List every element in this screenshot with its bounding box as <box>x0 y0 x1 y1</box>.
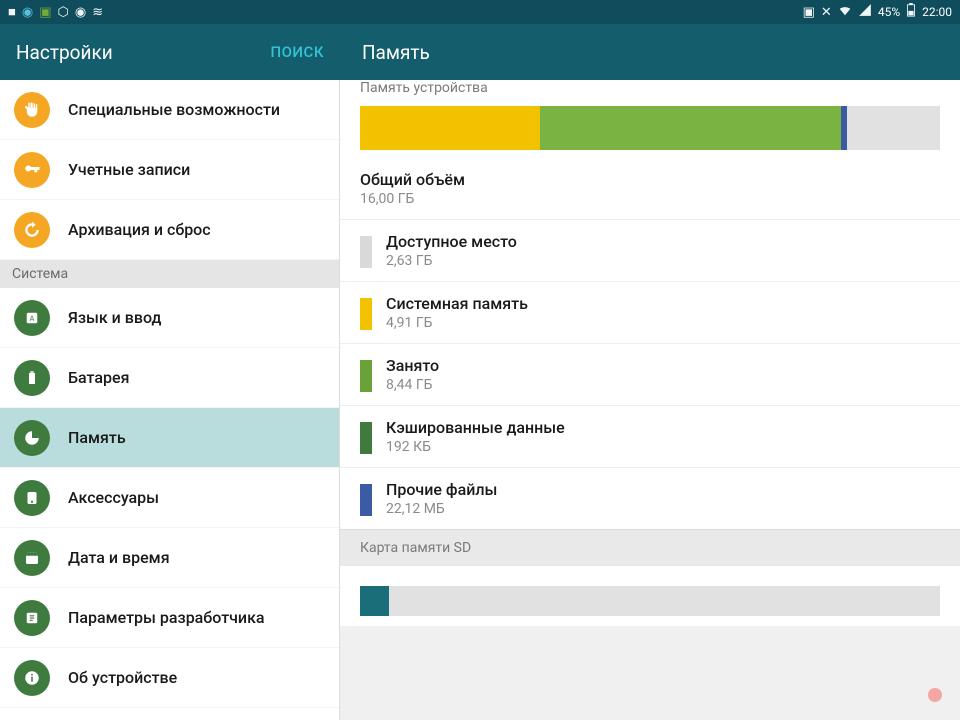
camera-icon: ■ <box>8 4 16 20</box>
total-value: 16,00 ГБ <box>360 191 465 207</box>
sidebar-item-storage[interactable]: Память <box>0 408 339 468</box>
storage-icon <box>14 420 50 456</box>
sidebar-item-label: Учетные записи <box>68 160 190 179</box>
storage-row-value: 192 КБ <box>386 439 565 455</box>
storage-row[interactable]: Прочие файлы 22,12 МБ <box>340 467 960 529</box>
backup-icon <box>14 212 50 248</box>
hand-icon <box>14 92 50 128</box>
sd-segment <box>360 586 389 616</box>
detail-title: Память <box>362 41 430 64</box>
sidebar-item-label: Об устройстве <box>68 668 177 687</box>
status-left: ■ ◉ ▣ ⬡ ◉ ≋ <box>8 4 103 20</box>
calendar-icon <box>14 540 50 576</box>
sd-usage-bar[interactable] <box>360 586 940 616</box>
sidebar-item-label: Язык и ввод <box>68 308 161 327</box>
storage-row-title: Кэшированные данные <box>386 418 565 437</box>
appbar-left: Настройки ПОИСК <box>0 24 340 80</box>
sidebar-item-about[interactable]: Об устройстве <box>0 648 339 708</box>
assist-dot-icon[interactable] <box>928 688 942 702</box>
developer-icon <box>14 600 50 636</box>
sidebar-item-language[interactable]: A Язык и ввод <box>0 288 339 348</box>
color-swatch <box>360 422 372 454</box>
battery-text: 45% <box>878 5 900 19</box>
total-title: Общий объём <box>360 170 465 189</box>
usage-segment <box>360 106 540 150</box>
signal-icon <box>858 3 872 21</box>
color-swatch <box>360 236 372 268</box>
storage-row[interactable]: Занято 8,44 ГБ <box>340 343 960 405</box>
sidebar-section-system: Система <box>0 260 339 288</box>
main: Специальные возможности Учетные записи А… <box>0 80 960 720</box>
sidebar-item-accessories[interactable]: Аксессуары <box>0 468 339 528</box>
storage-row-title: Доступное место <box>386 232 517 251</box>
storage-row-value: 22,12 МБ <box>386 501 497 517</box>
sidebar-item-label: Батарея <box>68 368 129 387</box>
shield-icon: ⬡ <box>58 5 69 20</box>
color-swatch <box>360 298 372 330</box>
storage-row[interactable]: Кэшированные данные 192 КБ <box>340 405 960 467</box>
storage-row-value: 4,91 ГБ <box>386 315 528 331</box>
accessories-icon <box>14 480 50 516</box>
skype-icon: ◉ <box>22 5 33 20</box>
usage-bar[interactable] <box>360 106 940 150</box>
sidebar-item-label: Архивация и сброс <box>68 220 211 239</box>
usage-segment <box>540 106 842 150</box>
sidebar-item-accessibility[interactable]: Специальные возможности <box>0 80 339 140</box>
sidebar-item-label: Память <box>68 428 126 447</box>
storage-row-title: Системная память <box>386 294 528 313</box>
mute-icon: ✕ <box>821 5 832 20</box>
language-icon: A <box>14 300 50 336</box>
status-right: ▣ ✕ 45% 22:00 <box>803 3 952 21</box>
status-bar: ■ ◉ ▣ ⬡ ◉ ≋ ▣ ✕ 45% 22:00 <box>0 0 960 24</box>
sidebar-item-developer[interactable]: Параметры разработчика <box>0 588 339 648</box>
sidebar-item-accounts[interactable]: Учетные записи <box>0 140 339 200</box>
appbar-right: Память <box>340 24 960 80</box>
storage-row-title: Прочие файлы <box>386 480 497 499</box>
content[interactable]: Память устройства Общий объём 16,00 ГБ Д… <box>340 80 960 720</box>
device-storage-header: Память устройства <box>340 80 960 106</box>
storage-row[interactable]: Системная память 4,91 ГБ <box>340 281 960 343</box>
sidebar-item-battery[interactable]: Батарея <box>0 348 339 408</box>
clock-text: 22:00 <box>922 5 952 19</box>
sidebar-item-label: Аксессуары <box>68 488 159 507</box>
storage-row-value: 8,44 ГБ <box>386 377 439 393</box>
adp-icon: ◉ <box>75 5 86 20</box>
sidebar[interactable]: Специальные возможности Учетные записи А… <box>0 80 340 720</box>
cast-icon: ▣ <box>803 5 815 20</box>
app-bar: Настройки ПОИСК Память <box>0 24 960 80</box>
storage-row-value: 2,63 ГБ <box>386 253 517 269</box>
info-icon <box>14 660 50 696</box>
sidebar-item-datetime[interactable]: Дата и время <box>0 528 339 588</box>
usage-segment <box>841 106 847 150</box>
battery-icon <box>906 3 916 21</box>
sidebar-item-label: Параметры разработчика <box>68 608 265 627</box>
device-storage-card: Память устройства Общий объём 16,00 ГБ Д… <box>340 80 960 626</box>
square-icon: ▣ <box>39 5 51 20</box>
key-icon <box>14 152 50 188</box>
color-swatch <box>360 484 372 516</box>
wifi-icon <box>838 3 852 21</box>
sd-bar-wrap <box>340 566 960 626</box>
storage-row[interactable]: Доступное место 2,63 ГБ <box>340 219 960 281</box>
total-row[interactable]: Общий объём 16,00 ГБ <box>340 166 960 219</box>
sidebar-item-label: Дата и время <box>68 548 170 567</box>
sidebar-item-label: Специальные возможности <box>68 100 280 119</box>
color-swatch <box>360 360 372 392</box>
search-button[interactable]: ПОИСК <box>270 43 324 61</box>
misc-icon: ≋ <box>92 5 103 20</box>
svg-text:A: A <box>30 314 35 323</box>
sd-card-header: Карта памяти SD <box>340 529 960 566</box>
battery-icon <box>14 360 50 396</box>
sidebar-item-backup[interactable]: Архивация и сброс <box>0 200 339 260</box>
settings-title: Настройки <box>16 41 113 64</box>
storage-row-title: Занято <box>386 356 439 375</box>
